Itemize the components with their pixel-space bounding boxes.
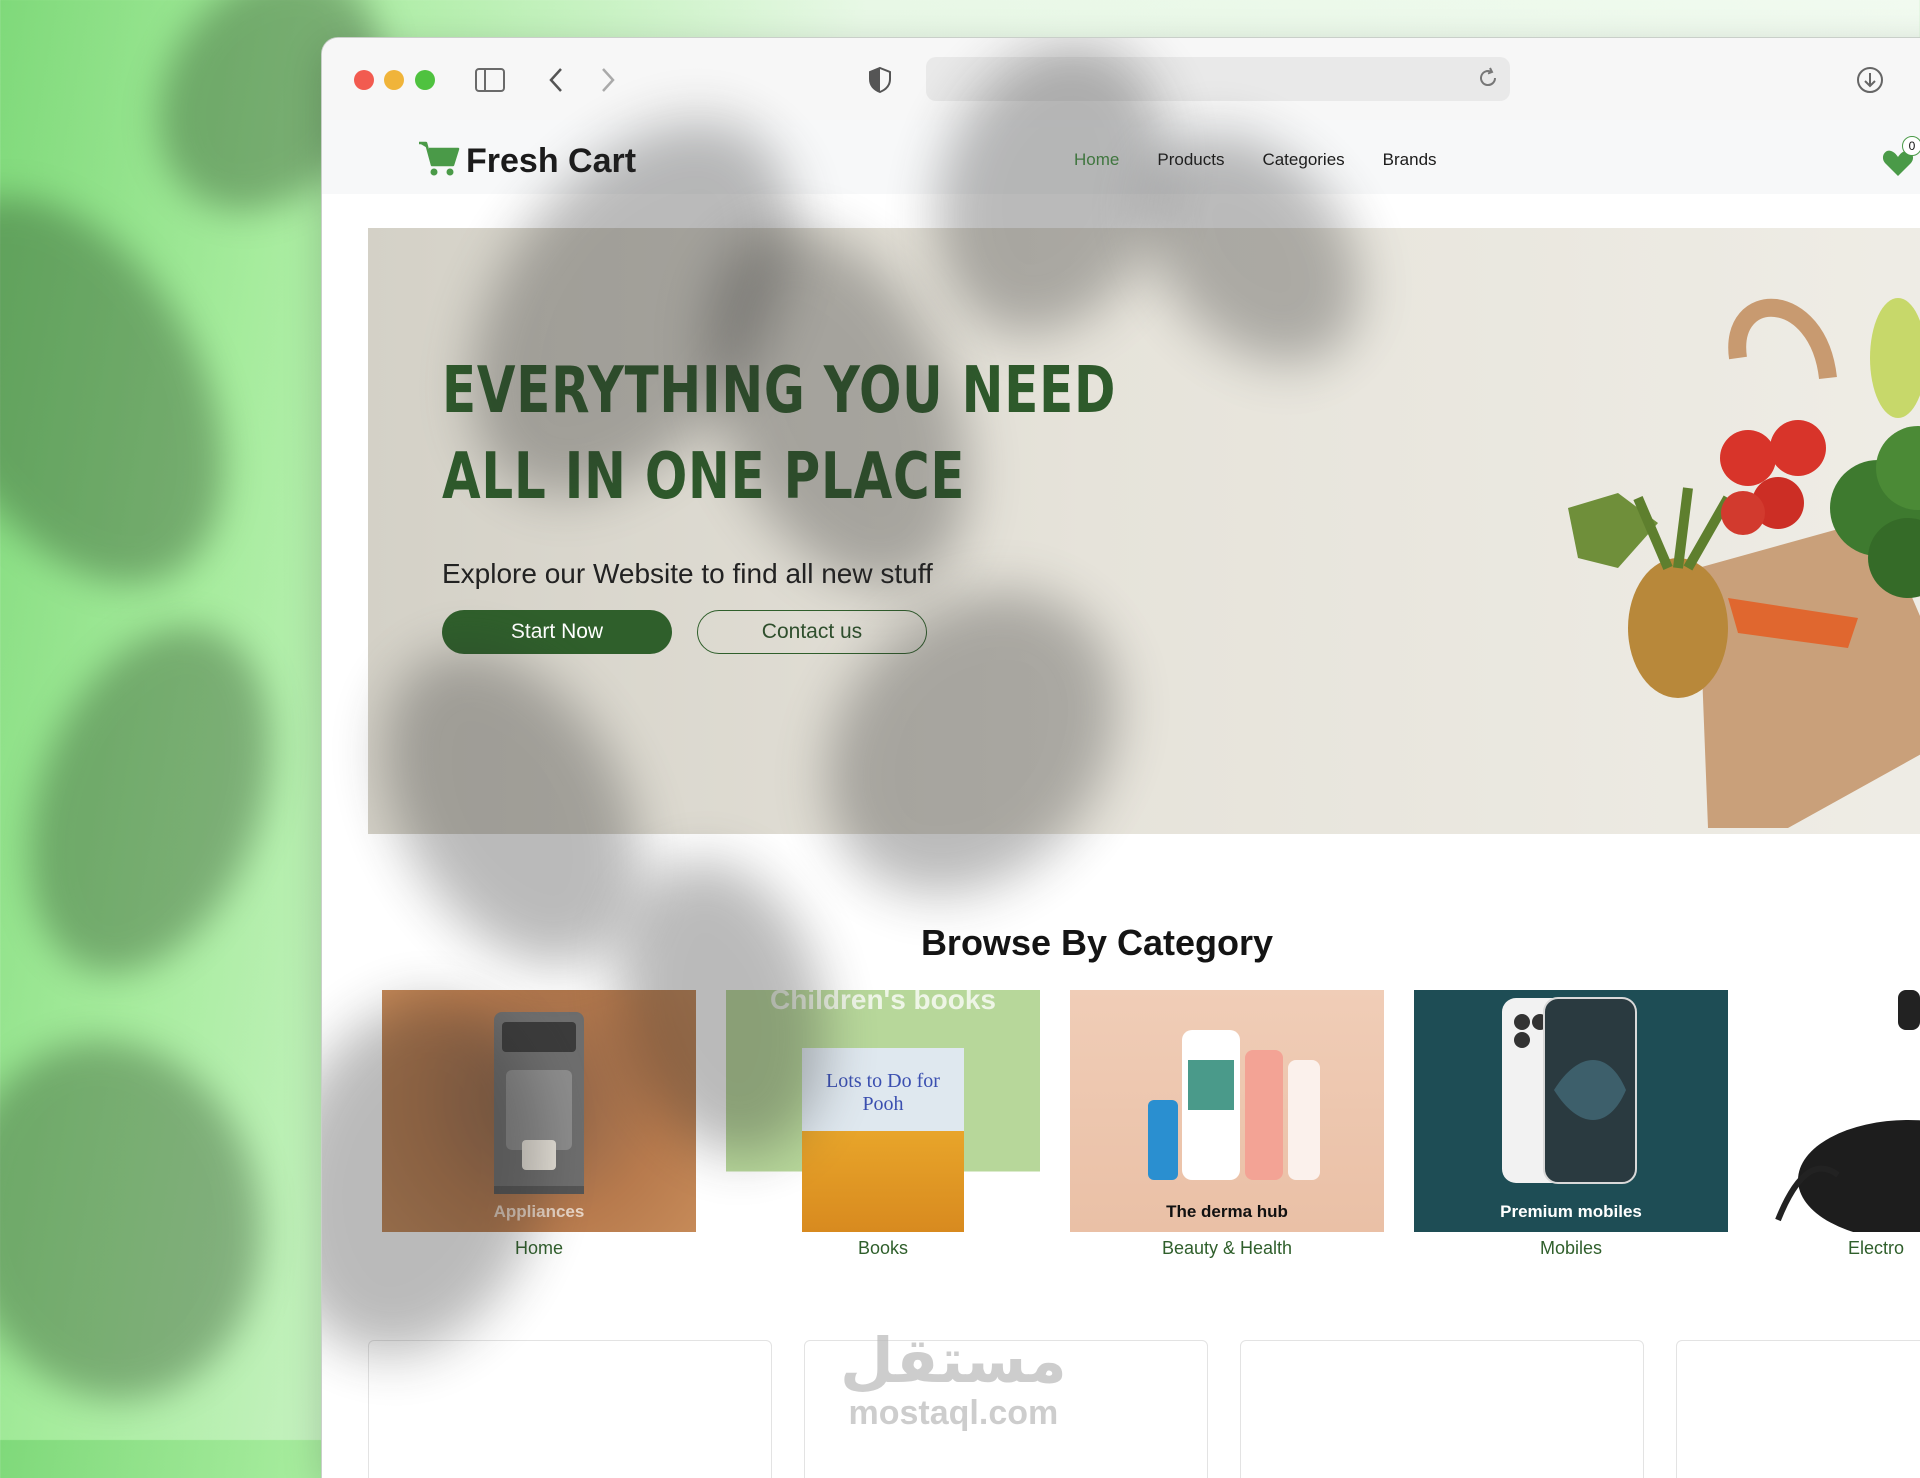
sidebar-icon[interactable] (472, 62, 508, 98)
book-title: Lots to Do for Pooh (826, 1070, 940, 1115)
category-image-electronics (1758, 990, 1920, 1232)
background-leaf (0, 143, 288, 637)
category-label-home: Home (514, 1238, 563, 1258)
nav-links: Home Products Categories Brands (1074, 150, 1437, 170)
browse-by-category-heading: Browse By Category (920, 922, 1274, 963)
category-label-books: Books (857, 1238, 909, 1258)
earbuds-case-image (1775, 990, 1920, 1232)
brand-logo[interactable]: Fresh Cart (418, 140, 636, 183)
zoom-window-button[interactable] (415, 70, 435, 90)
category-image-caption: The derma hub (1166, 1202, 1288, 1221)
nav-link-brands[interactable]: Brands (1383, 150, 1437, 170)
category-image-derma: The derma hub (1070, 990, 1384, 1232)
watermark: مستقل mostaql.com (840, 1328, 1067, 1433)
category-image-caption: Children's books (769, 990, 997, 1015)
shield-icon[interactable] (862, 62, 898, 98)
cart-icon (418, 140, 460, 183)
hero-banner: EVERYTHING YOU NEED ALL IN ONE PLACE Exp… (368, 228, 1920, 834)
product-card[interactable] (1240, 1340, 1644, 1478)
background-leaf (0, 593, 315, 1007)
book-cover-image: Lots to Do for Pooh (802, 1048, 964, 1232)
minimize-window-button[interactable] (384, 70, 404, 90)
contact-us-button[interactable]: Contact us (697, 610, 927, 654)
site-navbar: Fresh Cart Home Products Categories Bran… (322, 120, 1920, 194)
download-icon[interactable] (1852, 62, 1888, 98)
browser-window: Fresh Cart Home Products Categories Bran… (322, 38, 1920, 1478)
forward-icon[interactable] (590, 62, 626, 98)
hero-title-line-1: EVERYTHING YOU NEED (442, 354, 1117, 428)
category-label-mobiles: Mobiles (1539, 1238, 1603, 1258)
category-card-books[interactable]: Children's books Lots to Do for Pooh Boo… (726, 990, 1040, 1259)
product-card[interactable] (1676, 1340, 1920, 1478)
category-image-mobiles: Premium mobiles (1414, 990, 1728, 1232)
background-leaf (0, 1016, 289, 1424)
browser-toolbar (322, 38, 1920, 121)
grocery-bag-image (1568, 298, 1920, 828)
reload-icon[interactable] (1476, 66, 1500, 95)
category-image-caption: Appliances (493, 1202, 585, 1221)
category-label-electronics: Electro (1848, 1238, 1905, 1258)
nav-link-home[interactable]: Home (1074, 150, 1119, 170)
brand-name: Fresh Cart (466, 142, 637, 180)
nav-link-products[interactable]: Products (1157, 150, 1224, 170)
close-window-button[interactable] (354, 70, 374, 90)
back-icon[interactable] (538, 62, 574, 98)
watermark-arabic: مستقل (840, 1324, 1067, 1397)
phone-image (1502, 997, 1637, 1184)
category-card-mobiles[interactable]: Premium mobiles Mobiles (1414, 990, 1728, 1259)
address-bar[interactable] (926, 57, 1510, 101)
category-card-electronics[interactable]: Electro (1758, 990, 1920, 1259)
hero-subtitle: Explore our Website to find all new stuf… (442, 558, 933, 589)
category-image-appliances: Appliances (382, 990, 696, 1232)
wishlist-count-badge: 0 (1902, 136, 1920, 156)
skincare-products-image (1148, 1030, 1320, 1180)
hero-title-line-2: ALL IN ONE PLACE (442, 440, 966, 514)
category-card-home[interactable]: Appliances Home (382, 990, 696, 1259)
coffee-machine-image (494, 1012, 584, 1194)
product-card[interactable] (368, 1340, 772, 1478)
start-now-button[interactable]: Start Now (442, 610, 672, 654)
category-image-caption: Premium mobiles (1500, 1202, 1642, 1221)
watermark-latin: mostaql.com (848, 1394, 1059, 1432)
nav-link-categories[interactable]: Categories (1262, 150, 1344, 170)
category-card-beauty-health[interactable]: The derma hub Beauty & Health (1070, 990, 1384, 1259)
category-image-books: Children's books Lots to Do for Pooh (726, 990, 1040, 1232)
category-label-beauty-health: Beauty & Health (1161, 1238, 1293, 1258)
hero-title: EVERYTHING YOU NEED ALL IN ONE PLACE (442, 348, 1116, 520)
